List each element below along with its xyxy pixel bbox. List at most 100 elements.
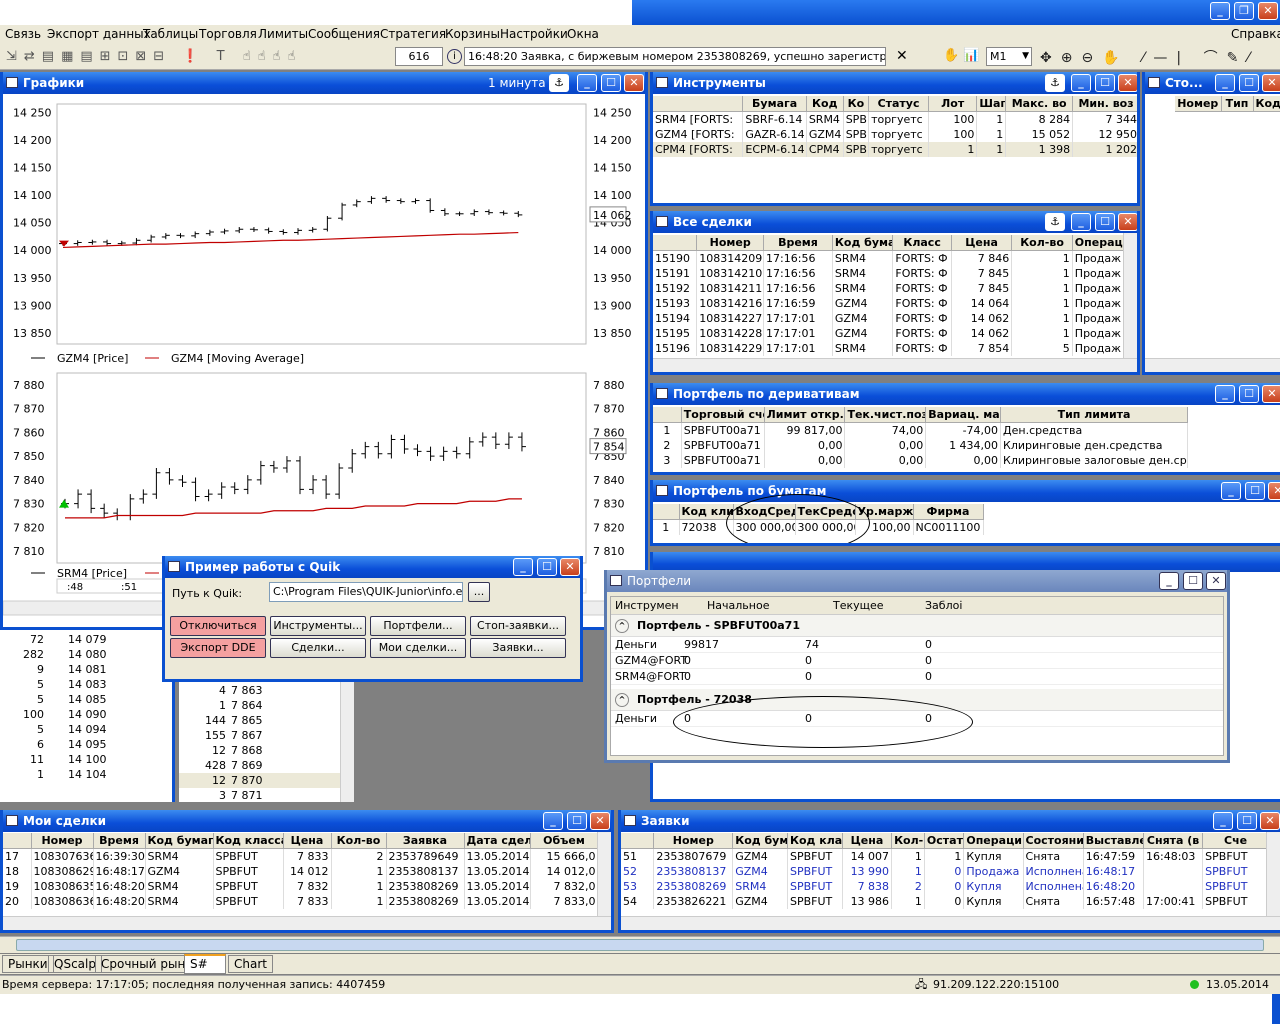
tab-markets[interactable]: Рынки <box>2 955 54 973</box>
drawing-tools-icons[interactable]: ✥⊕⊖✋ ⁄—| ⌒✎⁄ <box>1040 47 1259 67</box>
menu-item[interactable]: Окна <box>567 25 599 44</box>
orderbook-row[interactable]: 100 14 090 <box>0 707 172 722</box>
portfolio-group-header[interactable]: ^ Портфель - SPBFUT00a71 <box>611 615 1223 637</box>
column-header[interactable]: Кол-во <box>331 833 387 849</box>
column-header[interactable]: Цена <box>842 833 893 849</box>
vertical-scrollbar[interactable] <box>597 832 611 916</box>
tab-chart[interactable]: Chart <box>228 955 273 973</box>
horizontal-scrollbar[interactable] <box>1145 358 1280 372</box>
message-combo[interactable]: 16:48:20 Заявка, с биржевым номером 2353… <box>464 47 886 66</box>
column-header[interactable]: Шаг <box>976 96 1007 112</box>
orderbook-row[interactable]: 144 7 865 <box>179 713 354 728</box>
maximize-button[interactable]: ☐ <box>1237 812 1257 830</box>
column-header[interactable] <box>653 235 698 251</box>
column-header[interactable]: Выставле <box>1083 833 1145 849</box>
menu-item[interactable]: Таблицы <box>143 25 198 44</box>
orderbook-row[interactable]: 72 14 079 <box>0 632 172 647</box>
column-header[interactable] <box>653 96 744 112</box>
minimize-button[interactable]: _ <box>1159 572 1179 590</box>
table-row[interactable]: 15193 108314216 17:16:59 GZM4 FORTS: Ф 14 064… <box>653 296 1126 311</box>
orderbook-row[interactable]: 428 7 869 <box>179 758 354 773</box>
table-row[interactable]: SRM4 [FORTS: SBRF-6.14 SRM4 SPB торгуетс 100 1… <box>653 111 1137 127</box>
orderbook-row[interactable]: 5 14 085 <box>0 692 172 707</box>
minimize-button[interactable]: _ <box>577 74 597 92</box>
table-row[interactable]: 20 108308636 16:48:20 SRM4 SPBFUT 7 833 1 23538… <box>3 894 599 909</box>
maximize-button[interactable]: ☐ <box>601 74 621 92</box>
close-button[interactable]: ✕ <box>1118 213 1137 231</box>
orderbook-row[interactable]: 4 7 863 <box>179 683 354 698</box>
column-header[interactable]: Мин. воз <box>1072 96 1137 112</box>
column-header[interactable]: Кол-і <box>891 833 925 849</box>
table-row[interactable]: 53 2353808269 SRM4 SPBFUT 7 838 2 0 Купля Исполн… <box>621 879 1269 894</box>
column-header[interactable]: Заявка <box>386 833 465 849</box>
column-header[interactable]: Код бумаг <box>145 833 214 849</box>
instruments-button[interactable]: Инструменты... <box>270 616 366 636</box>
column-header[interactable]: Код класса <box>213 833 284 849</box>
column-header[interactable] <box>653 407 682 423</box>
menu-item[interactable]: Сообщения <box>308 25 380 44</box>
orderbook-row[interactable]: 282 14 080 <box>0 647 172 662</box>
orderbook-row[interactable]: 12 7 870 <box>179 773 354 788</box>
minimize-button[interactable]: _ <box>1071 74 1091 92</box>
column-header[interactable]: Номер <box>653 833 734 849</box>
collapse-icon[interactable]: ^ <box>615 693 629 707</box>
column-header[interactable]: Макс. во <box>1005 96 1074 112</box>
column-header[interactable]: Инструмен <box>615 597 679 615</box>
close-button[interactable]: ✕ <box>1262 74 1280 92</box>
menu-item[interactable]: Настройки <box>500 25 568 44</box>
toolbar-icons-left[interactable]: ⇲⇄▤▦▤⊞⊡⊠⊟ ❗ T ☝☝☝☝ <box>6 49 302 64</box>
menu-help[interactable]: Справка <box>1231 25 1280 44</box>
stop-orders-table[interactable]: Номер Тип Код <box>1145 96 1280 112</box>
maximize-button[interactable]: ☐ <box>1095 74 1115 92</box>
export-dde-button[interactable]: Экспорт DDE <box>170 638 266 658</box>
vertical-scrollbar[interactable] <box>1123 233 1137 358</box>
table-row[interactable]: 52 2353808137 GZM4 SPBFUT 13 990 1 0 Продажа Исп… <box>621 864 1269 879</box>
restore-app-button[interactable]: ❐ <box>1234 2 1254 20</box>
maximize-button[interactable]: ☐ <box>1239 385 1259 403</box>
orders-table[interactable]: НомерКод бумагКод клаЦенаКол-іОстатОпера… <box>621 833 1269 909</box>
maximize-button[interactable]: ☐ <box>1239 74 1259 92</box>
scroll-thumb[interactable] <box>16 939 1264 951</box>
anchor-button[interactable]: ⚓ <box>549 74 569 92</box>
minimize-button[interactable]: _ <box>1213 812 1233 830</box>
column-header[interactable]: Лот <box>928 96 978 112</box>
deriv-portfolio-table[interactable]: Торговый сче Лимит откр. Тек.чист.поз Вариа… <box>653 407 1188 468</box>
menu-item[interactable]: Торговля <box>199 25 257 44</box>
table-row[interactable]: 2 SPBFUT00a71 0,00 0,00 1 434,00 Клиринговые … <box>653 438 1188 453</box>
maximize-button[interactable]: ☐ <box>1095 213 1115 231</box>
table-row[interactable]: 15195 108314228 17:17:01 GZM4 FORTS: Ф 14 062… <box>653 326 1126 341</box>
instruments-table[interactable]: Бумага Код Ко Статус Лот Шаг Макс. во Мин. воз S… <box>653 96 1137 157</box>
table-row[interactable]: 15194 108314227 17:17:01 GZM4 FORTS: Ф 14 062… <box>653 311 1126 326</box>
menu-item[interactable]: Лимиты <box>258 25 308 44</box>
column-header[interactable]: Статус <box>868 96 929 112</box>
minimize-button[interactable]: _ <box>1071 213 1091 231</box>
table-row[interactable]: 15191 108314210 17:16:56 SRM4 FORTS: Ф7 845 1… <box>653 266 1126 281</box>
column-header[interactable]: Операц <box>1072 235 1126 251</box>
horizontal-scrollbar[interactable] <box>621 916 1280 930</box>
close-app-button[interactable]: ✕ <box>1258 2 1278 20</box>
workspace-scrollbar[interactable] <box>0 936 1280 953</box>
column-header[interactable] <box>3 833 32 849</box>
anchor-button[interactable]: ⚓ <box>1045 213 1065 231</box>
gzm4-price-chart[interactable]: 14 250 14 250 14 200 14 200 14 150 14 150 14 1… <box>3 96 645 366</box>
table-row[interactable]: 15192 108314211 17:16:56 SRM4 FORTS: Ф7 845 1… <box>653 281 1126 296</box>
maximize-button[interactable]: ☐ <box>567 812 587 830</box>
orderbook-row[interactable]: 5 14 094 <box>0 722 172 737</box>
vertical-scrollbar[interactable] <box>1266 832 1280 916</box>
tab-qscalp[interactable]: QScalp <box>48 955 102 973</box>
column-header[interactable]: Код бумаг <box>832 235 894 251</box>
trades-button[interactable]: Сделки... <box>270 638 366 658</box>
table-row[interactable]: 15196 108314229 17:17:01 SRM4 FORTS: Ф7 854 5… <box>653 341 1126 356</box>
path-input[interactable]: C:\Program Files\QUIK-Junior\info.exe <box>269 582 463 602</box>
all-trades-table[interactable]: НомерВремяКод бумагКлассЦенаКол-воОперац… <box>653 235 1126 356</box>
column-header[interactable]: Код бумаг <box>732 833 788 849</box>
column-header[interactable]: Объем <box>530 833 599 849</box>
horizontal-scrollbar[interactable] <box>3 916 611 930</box>
anchor-button[interactable]: ⚓ <box>1045 74 1065 92</box>
close-button[interactable]: ✕ <box>590 812 610 830</box>
column-header[interactable]: Вариац. ма <box>925 407 1002 423</box>
minimize-button[interactable]: _ <box>1215 74 1235 92</box>
column-header[interactable] <box>653 504 680 520</box>
column-header[interactable]: Цена <box>951 235 1013 251</box>
tab-stocksharp[interactable]: S# <box>184 954 226 974</box>
